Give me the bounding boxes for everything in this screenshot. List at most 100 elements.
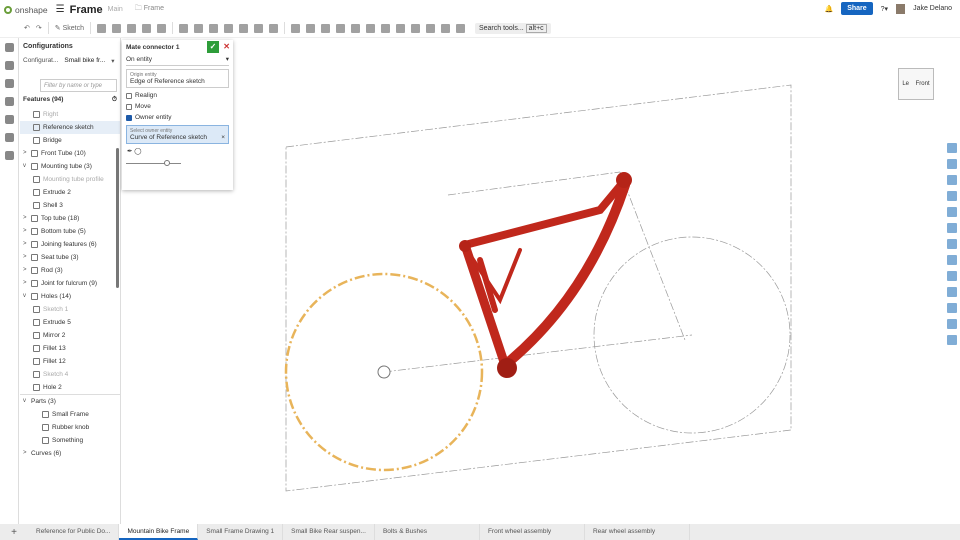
revolve-icon[interactable] <box>111 23 121 33</box>
view-cube-front[interactable]: Front <box>916 81 930 87</box>
feature-item[interactable]: > Seat tube (3) <box>20 251 120 264</box>
curve-icon[interactable] <box>395 23 405 33</box>
owner-entity-field[interactable]: Select owner entity Curve of Reference sk… <box>126 125 229 144</box>
rib-icon[interactable] <box>223 23 233 33</box>
part-item[interactable]: Something <box>20 434 120 447</box>
feature-list-icon[interactable] <box>4 43 14 52</box>
transform-icon[interactable] <box>350 23 360 33</box>
notifications-icon[interactable]: 🔔 <box>824 5 833 13</box>
notes-icon[interactable] <box>4 97 14 106</box>
thread-icon[interactable] <box>268 23 278 33</box>
app-icon-4[interactable] <box>947 271 957 281</box>
view-cube-left[interactable]: Le <box>902 81 909 87</box>
feature-item[interactable]: Sketch 4 <box>20 368 120 381</box>
help-icon[interactable]: ?▾ <box>881 5 888 13</box>
feature-item[interactable]: Bridge <box>20 134 120 147</box>
configuration-select[interactable]: Configurat... Small bike fr... ▾ <box>20 55 120 67</box>
feature-item[interactable]: Fillet 12 <box>20 355 120 368</box>
menu-icon[interactable]: ☰ <box>56 4 65 15</box>
clear-icon[interactable]: × <box>221 134 225 141</box>
feature-item[interactable]: > Top tube (18) <box>20 212 120 225</box>
measure-tool-icon[interactable] <box>947 159 957 169</box>
hole-icon[interactable] <box>253 23 263 33</box>
feature-item[interactable]: > Front Tube (10) <box>20 147 120 160</box>
feature-item[interactable]: Mounting tube profile <box>20 173 120 186</box>
boolean-icon[interactable] <box>320 23 330 33</box>
rollback-icon[interactable]: ⏱ <box>112 96 117 104</box>
measure-icon[interactable] <box>455 23 465 33</box>
onshape-logo[interactable]: onshape <box>4 5 48 15</box>
document-title[interactable]: Frame <box>70 4 103 16</box>
split-icon[interactable] <box>335 23 345 33</box>
cancel-button[interactable]: ✕ <box>223 42 230 51</box>
mass-props-icon[interactable] <box>947 191 957 201</box>
confirm-button[interactable]: ✓ <box>207 41 219 53</box>
feature-item[interactable]: > Joint for fulcrum (9) <box>20 277 120 290</box>
add-tab-button[interactable]: + <box>0 527 28 538</box>
feature-item[interactable]: Shell 3 <box>20 199 120 212</box>
owner-entity-checkbox[interactable]: Owner entity <box>126 114 229 121</box>
tab-3[interactable]: Small Bike Rear suspen... <box>283 524 375 540</box>
app-icon-8[interactable] <box>947 335 957 345</box>
variables-icon[interactable] <box>4 115 14 124</box>
insert-icon[interactable] <box>4 61 14 70</box>
app-icon-6[interactable] <box>947 303 957 313</box>
opacity-slider[interactable] <box>126 160 181 166</box>
folder-link[interactable]: 🗀 Frame <box>135 4 164 15</box>
filter-input[interactable]: Filter by name or type <box>40 79 117 92</box>
extrude-icon[interactable] <box>96 23 106 33</box>
feature-item[interactable]: > Joining features (6) <box>20 238 120 251</box>
feature-item[interactable]: Fillet 13 <box>20 342 120 355</box>
loft-icon[interactable] <box>141 23 151 33</box>
search-tools-input[interactable]: Search tools... alt+c <box>474 22 551 34</box>
parts-title[interactable]: Parts (3) <box>31 395 56 408</box>
app-icon-3[interactable] <box>947 255 957 265</box>
plane-icon[interactable] <box>365 23 375 33</box>
app-icon-2[interactable] <box>947 239 957 249</box>
flip-icons[interactable]: ✒ ◯ <box>127 147 228 155</box>
mode-select[interactable]: On entity ▾ <box>126 54 229 66</box>
tab-2[interactable]: Small Frame Drawing 1 <box>198 524 284 540</box>
realign-checkbox[interactable]: Realign <box>126 92 229 99</box>
comments-icon[interactable] <box>4 79 14 88</box>
app-icon-1[interactable] <box>947 223 957 233</box>
user-name[interactable]: Jake Delano <box>913 5 952 12</box>
feature-item[interactable]: v Mounting tube (3) <box>20 160 120 173</box>
feature-item[interactable]: Sketch 1 <box>20 303 120 316</box>
sheet-metal-icon[interactable] <box>425 23 435 33</box>
feature-item[interactable]: > Rod (3) <box>20 264 120 277</box>
feature-item[interactable]: v Holes (14) <box>20 290 120 303</box>
tab-0[interactable]: Reference for Public Do... <box>28 524 120 540</box>
scrollbar[interactable] <box>116 148 119 288</box>
feature-item[interactable]: Extrude 5 <box>20 316 120 329</box>
mate-connector-icon[interactable] <box>380 23 390 33</box>
move-checkbox[interactable]: Move <box>126 103 229 110</box>
sweep-icon[interactable] <box>126 23 136 33</box>
chamfer-icon[interactable] <box>193 23 203 33</box>
tab-5[interactable]: Front wheel assembly <box>480 524 585 540</box>
view-cube[interactable]: Le Front <box>898 68 934 100</box>
appearance-icon[interactable] <box>947 143 957 153</box>
pattern-icon[interactable] <box>290 23 300 33</box>
render-icon[interactable] <box>947 207 957 217</box>
undo-icon[interactable]: ↶ <box>24 24 30 32</box>
draft-icon[interactable] <box>208 23 218 33</box>
feature-item[interactable]: Hole 2 <box>20 381 120 394</box>
mirror-icon[interactable] <box>305 23 315 33</box>
timer-icon[interactable] <box>4 133 14 142</box>
fillet-icon[interactable] <box>178 23 188 33</box>
avatar[interactable] <box>896 3 906 14</box>
branch-label[interactable]: Main <box>108 6 123 13</box>
feature-item[interactable]: Reference sketch <box>20 121 120 134</box>
shell-icon[interactable] <box>238 23 248 33</box>
part-item[interactable]: Small Frame <box>20 408 120 421</box>
tab-1[interactable]: Mountain Bike Frame <box>119 524 199 540</box>
feature-item[interactable]: > Bottom tube (5) <box>20 225 120 238</box>
section-icon[interactable] <box>947 175 957 185</box>
curves-title[interactable]: Curves (6) <box>31 447 61 460</box>
share-button[interactable]: Share <box>841 2 873 15</box>
book-icon[interactable] <box>4 151 14 160</box>
sketch-button[interactable]: ✎ Sketch <box>55 24 84 32</box>
3d-viewport[interactable] <box>121 38 944 524</box>
origin-entity-field[interactable]: Origin entity Edge of Reference sketch <box>126 69 229 88</box>
